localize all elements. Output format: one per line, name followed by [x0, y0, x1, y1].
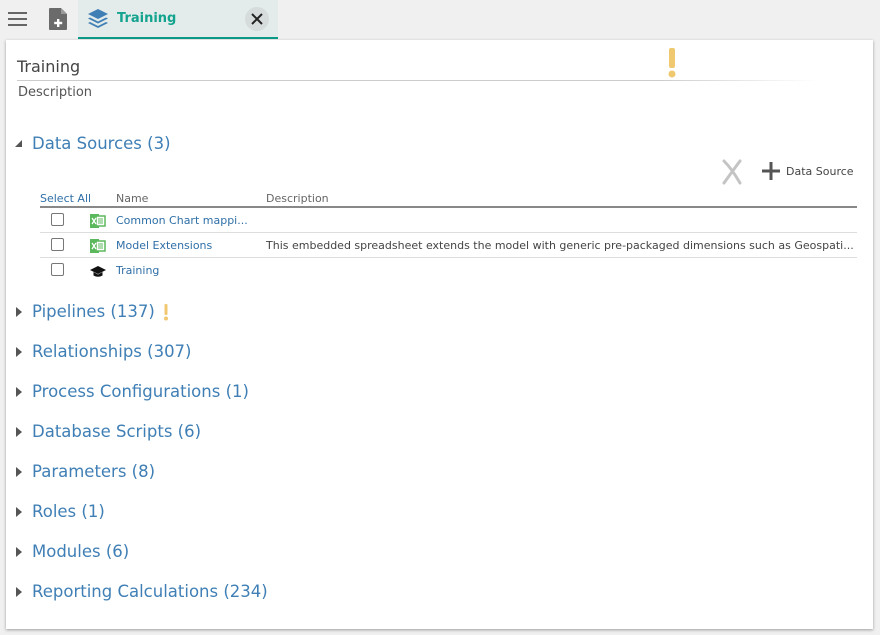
section-label: Database Scripts (6)	[32, 422, 202, 441]
data-sources-grid: Select All Name Description Common Chart…	[40, 190, 857, 283]
table-row: Common Chart mappi...	[40, 208, 857, 233]
row-checkbox[interactable]	[51, 213, 64, 226]
section-label: Parameters (8)	[32, 462, 156, 481]
table-row: Training	[40, 258, 857, 283]
expand-arrow-icon	[16, 466, 22, 477]
tab-label: Training	[117, 11, 177, 26]
grid-header: Select All Name Description	[40, 190, 857, 208]
hamburger-icon	[8, 12, 27, 14]
plus-icon	[762, 162, 780, 180]
remove-data-source-button[interactable]	[720, 159, 744, 185]
excel-icon	[90, 239, 106, 253]
exclamation-icon	[668, 48, 676, 78]
section-pipelines[interactable]: Pipelines (137)	[14, 302, 169, 321]
top-bar: Training	[0, 0, 880, 39]
row-checkbox[interactable]	[51, 263, 64, 276]
section-roles[interactable]: Roles (1)	[14, 502, 105, 521]
graduation-cap-icon	[90, 266, 106, 277]
section-process-configurations[interactable]: Process Configurations (1)	[14, 382, 249, 401]
section-reporting-calculations[interactable]: Reporting Calculations (234)	[14, 582, 268, 601]
menu-button[interactable]	[8, 10, 28, 28]
remove-icon	[722, 159, 742, 185]
tab-training[interactable]: Training	[78, 0, 278, 39]
table-row: Model Extensions This embedded spreadshe…	[40, 233, 857, 258]
title-input[interactable]: Training	[17, 57, 817, 81]
row-checkbox[interactable]	[51, 238, 64, 251]
section-parameters[interactable]: Parameters (8)	[14, 462, 155, 481]
section-modules[interactable]: Modules (6)	[14, 542, 129, 561]
new-document-button[interactable]	[49, 8, 67, 30]
section-label: Relationships (307)	[32, 342, 192, 361]
data-source-name-link[interactable]: Common Chart mappi...	[116, 214, 248, 227]
section-database-scripts[interactable]: Database Scripts (6)	[14, 422, 201, 441]
section-relationships[interactable]: Relationships (307)	[14, 342, 192, 361]
data-source-name-link[interactable]: Model Extensions	[116, 239, 212, 252]
description-input[interactable]: Description	[18, 85, 92, 100]
section-label: Reporting Calculations (234)	[32, 582, 268, 601]
section-label: Data Sources (3)	[32, 134, 171, 153]
title-underline	[17, 80, 817, 81]
data-source-description: This embedded spreadsheet extends the mo…	[266, 239, 854, 252]
section-label: Process Configurations (1)	[32, 382, 249, 401]
close-icon	[251, 13, 263, 25]
add-data-source-button[interactable]: Data Source	[762, 162, 854, 180]
collapse-arrow-icon	[15, 139, 22, 147]
expand-arrow-icon	[16, 506, 22, 517]
main-panel: Training Description Data Sources (3) Da…	[6, 40, 873, 629]
close-tab-button[interactable]	[245, 7, 269, 31]
expand-arrow-icon	[16, 586, 22, 597]
excel-icon	[90, 214, 106, 228]
column-header-description[interactable]: Description	[266, 192, 329, 205]
add-data-source-label: Data Source	[786, 164, 854, 178]
expand-arrow-icon	[16, 346, 22, 357]
expand-arrow-icon	[16, 386, 22, 397]
select-all-link[interactable]: Select All	[40, 192, 91, 205]
layers-icon	[88, 9, 108, 28]
expand-arrow-icon	[16, 306, 22, 317]
expand-arrow-icon	[16, 546, 22, 557]
section-data-sources[interactable]: Data Sources (3)	[14, 134, 171, 153]
section-label: Pipelines (137)	[32, 302, 155, 321]
data-source-name-link[interactable]: Training	[116, 264, 159, 277]
new-document-icon	[49, 8, 67, 30]
section-label: Roles (1)	[32, 502, 105, 521]
section-label: Modules (6)	[32, 542, 130, 561]
column-header-name[interactable]: Name	[116, 192, 148, 205]
expand-arrow-icon	[16, 426, 22, 437]
exclamation-icon	[163, 303, 168, 320]
